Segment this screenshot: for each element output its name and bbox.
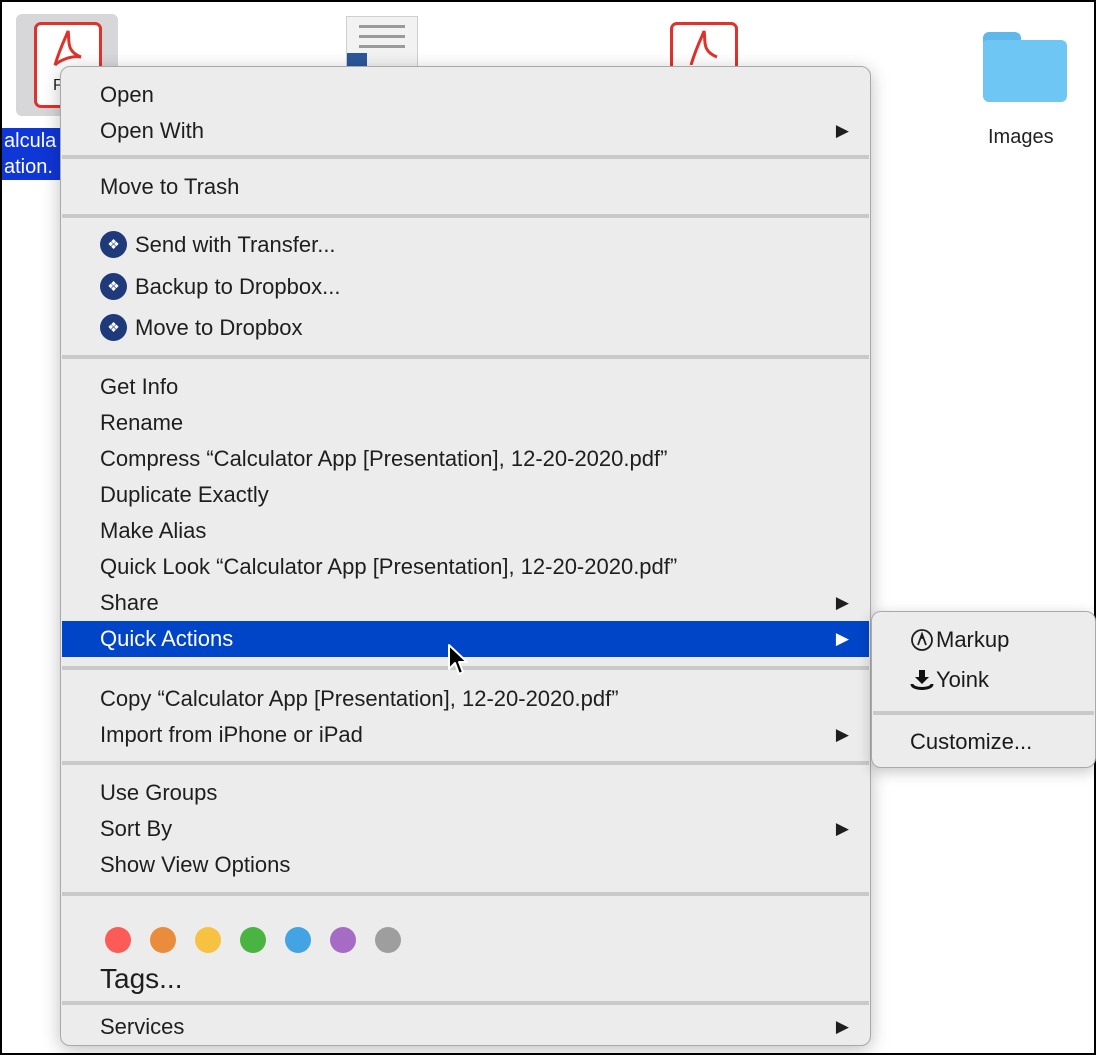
submenu-arrow-icon: ▶: [835, 121, 849, 140]
pdf-file-icon-2[interactable]: [670, 22, 738, 69]
menu-item-label: Backup to Dropbox...: [135, 274, 341, 299]
menu-item-label: Compress “Calculator App [Presentation],…: [100, 446, 668, 471]
word-file-icon[interactable]: [346, 16, 418, 70]
selected-file-label-1[interactable]: alcula: [2, 128, 64, 154]
menu-item-tags[interactable]: Tags...: [62, 959, 869, 999]
tag-color-dot[interactable]: [105, 927, 131, 953]
menu-item-label: Duplicate Exactly: [100, 482, 269, 507]
menu-item-sort-by[interactable]: Sort By ▶: [62, 811, 869, 847]
menu-item-use-groups[interactable]: Use Groups: [62, 775, 869, 811]
menu-item-show-view-options[interactable]: Show View Options: [62, 847, 869, 883]
selected-file-label-2[interactable]: ation.: [2, 154, 60, 180]
menu-item-label: Rename: [100, 410, 184, 435]
menu-item-backup-to-dropbox[interactable]: ❖ Backup to Dropbox...: [62, 269, 869, 305]
submenu-item-yoink[interactable]: Yoink: [872, 662, 1095, 698]
menu-item-services[interactable]: Services ▶: [62, 1009, 869, 1045]
menu-separator: [62, 155, 869, 159]
folder-icon[interactable]: [983, 32, 1067, 102]
submenu-arrow-icon: ▶: [835, 1017, 849, 1036]
tag-color-dot[interactable]: [240, 927, 266, 953]
menu-item-label: Get Info: [100, 374, 179, 399]
menu-separator: [62, 892, 869, 896]
menu-item-make-alias[interactable]: Make Alias: [62, 513, 869, 549]
dropbox-icon: ❖: [100, 230, 127, 258]
submenu-item-label: Customize...: [910, 729, 1033, 754]
submenu-item-label: Yoink: [936, 667, 990, 692]
menu-item-label: Open: [100, 82, 154, 107]
menu-item-label: Import from iPhone or iPad: [100, 722, 363, 747]
submenu-arrow-icon: ▶: [835, 593, 849, 612]
submenu-item-customize[interactable]: Customize...: [872, 724, 1095, 760]
menu-separator: [62, 214, 869, 218]
menu-item-label: Quick Look “Calculator App [Presentation…: [100, 554, 678, 579]
menu-item-label: Use Groups: [100, 780, 218, 805]
submenu-item-label: Markup: [936, 627, 1010, 652]
context-menu: Open Open With ▶ Move to Trash ❖ Send with…: [60, 66, 871, 1046]
doc-line: [359, 45, 405, 48]
menu-separator: [62, 761, 869, 765]
menu-item-label: Services: [100, 1014, 185, 1039]
menu-item-label: Tags...: [100, 963, 183, 994]
quick-actions-submenu: Markup Yoink Customize...: [871, 611, 1096, 768]
menu-item-open[interactable]: Open: [62, 77, 869, 113]
submenu-arrow-icon: ▶: [835, 819, 849, 838]
menu-item-label: Share: [100, 590, 159, 615]
menu-item-get-info[interactable]: Get Info: [62, 369, 869, 405]
menu-separator: [62, 1001, 869, 1005]
menu-item-label: Sort By: [100, 816, 173, 841]
folder-label[interactable]: Images: [988, 126, 1054, 149]
markup-icon: [911, 629, 933, 651]
menu-item-send-with-transfer[interactable]: ❖ Send with Transfer...: [62, 227, 869, 263]
menu-item-label: Move to Trash: [100, 174, 240, 199]
menu-item-label: Quick Actions: [100, 626, 234, 651]
tag-color-dot[interactable]: [150, 927, 176, 953]
menu-item-rename[interactable]: Rename: [62, 405, 869, 441]
folder-body: [983, 40, 1067, 102]
tag-color-dot[interactable]: [285, 927, 311, 953]
doc-line: [359, 25, 405, 28]
menu-item-label: Open With: [100, 118, 204, 143]
menu-item-copy[interactable]: Copy “Calculator App [Presentation], 12-…: [62, 681, 869, 717]
submenu-separator: [873, 711, 1094, 715]
tag-color-dot[interactable]: [330, 927, 356, 953]
menu-separator: [62, 355, 869, 359]
menu-item-open-with[interactable]: Open With ▶: [62, 113, 869, 149]
menu-item-label: Move to Dropbox: [135, 315, 303, 340]
menu-item-label: Copy “Calculator App [Presentation], 12-…: [100, 686, 619, 711]
tag-color-dot[interactable]: [375, 927, 401, 953]
doc-line: [359, 35, 405, 38]
menu-item-label: Send with Transfer...: [135, 232, 336, 257]
yoink-download-icon: [910, 670, 934, 690]
mouse-pointer-icon: [448, 644, 468, 675]
menu-item-quick-look[interactable]: Quick Look “Calculator App [Presentation…: [62, 549, 869, 585]
menu-item-compress[interactable]: Compress “Calculator App [Presentation],…: [62, 441, 869, 477]
menu-item-move-to-dropbox[interactable]: ❖ Move to Dropbox: [62, 310, 869, 346]
dropbox-icon: ❖: [100, 272, 127, 300]
tag-color-dot[interactable]: [195, 927, 221, 953]
submenu-arrow-icon: ▶: [835, 629, 849, 648]
submenu-arrow-icon: ▶: [835, 725, 849, 744]
dropbox-icon: ❖: [100, 313, 127, 341]
menu-item-import-from-iphone[interactable]: Import from iPhone or iPad ▶: [62, 717, 869, 753]
menu-item-duplicate-exactly[interactable]: Duplicate Exactly: [62, 477, 869, 513]
menu-item-move-to-trash[interactable]: Move to Trash: [62, 169, 869, 205]
acrobat-icon: [689, 30, 718, 66]
menu-item-share[interactable]: Share ▶: [62, 585, 869, 621]
menu-item-label: Make Alias: [100, 518, 207, 543]
submenu-item-markup[interactable]: Markup: [872, 622, 1095, 658]
menu-item-label: Show View Options: [100, 852, 291, 877]
